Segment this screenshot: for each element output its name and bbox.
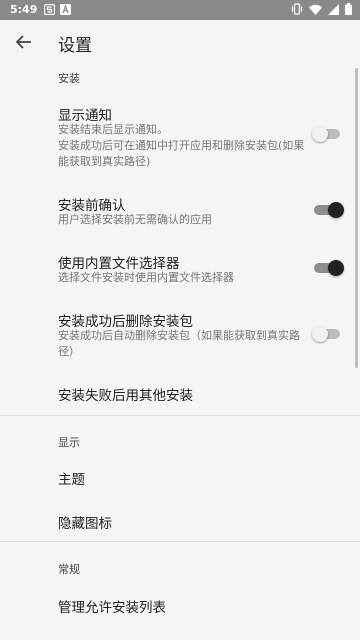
status-icons	[291, 3, 352, 18]
setting-builtin-file-picker[interactable]: 使用内置文件选择器 选择文件安装时使用内置文件选择器	[0, 246, 360, 290]
setting-title: 管理允许安装列表	[58, 600, 166, 616]
file-picker-toggle[interactable]	[312, 260, 346, 276]
section-header-general: 常规	[58, 563, 80, 576]
notification-toggle[interactable]	[312, 126, 346, 142]
setting-subtitle: 安装成功后自动删除安装包（如果能获取到真实路径）	[58, 329, 300, 358]
setting-confirm-before-install[interactable]: 安装前确认 用户选择安装前无需确认的应用	[0, 188, 360, 232]
setting-fallback-installer[interactable]: 安装失败后用其他安装	[0, 374, 360, 412]
setting-title: 显示通知	[58, 108, 112, 124]
section-divider	[0, 541, 360, 542]
vibrate-icon	[291, 3, 303, 18]
battery-icon	[345, 3, 352, 18]
status-time: 5:49	[10, 3, 38, 16]
setting-delete-after-install[interactable]: 安装成功后删除安装包 安装成功后自动删除安装包（如果能获取到真实路径）	[0, 304, 360, 362]
setting-title: 隐藏图标	[58, 516, 112, 532]
notification-a-icon	[60, 4, 71, 18]
toggle-thumb	[312, 326, 328, 342]
delete-package-toggle[interactable]	[312, 326, 346, 342]
section-header-install: 安装	[58, 72, 80, 85]
setting-title: 使用内置文件选择器	[58, 256, 180, 272]
setting-show-notification[interactable]: 显示通知 安装结束后显示通知。 安装成功后可在通知中打开应用和删除安装包(如果能…	[0, 98, 360, 176]
back-button[interactable]	[10, 28, 38, 56]
setting-title: 主题	[58, 472, 85, 488]
setting-title: 安装成功后删除安装包	[58, 314, 193, 330]
setting-subtitle: 用户选择安装前无需确认的应用	[58, 213, 212, 226]
toggle-thumb	[312, 126, 328, 142]
toggle-thumb	[328, 202, 344, 218]
setting-hide-icon[interactable]: 隐藏图标	[0, 508, 360, 548]
back-arrow-icon	[15, 35, 31, 49]
notification-s-icon	[43, 3, 56, 18]
app-bar: 设置	[0, 20, 360, 65]
setting-manage-allow-list[interactable]: 管理允许安装列表	[0, 588, 360, 628]
confirm-toggle[interactable]	[312, 202, 346, 218]
setting-title: 安装失败后用其他安装	[58, 388, 193, 404]
setting-subtitle: 选择文件安装时使用内置文件选择器	[58, 271, 234, 284]
section-divider	[0, 415, 360, 416]
toggle-thumb	[328, 260, 344, 276]
setting-theme[interactable]: 主题	[0, 458, 360, 498]
page-title: 设置	[58, 36, 92, 56]
status-bar: 5:49	[0, 0, 360, 20]
setting-title: 安装前确认	[58, 198, 126, 214]
signal-icon	[328, 3, 339, 18]
setting-subtitle: 安装结束后显示通知。 安装成功后可在通知中打开应用和删除安装包(如果能获取到真实…	[58, 123, 305, 168]
wifi-icon	[309, 4, 322, 18]
section-header-display: 显示	[58, 436, 80, 449]
